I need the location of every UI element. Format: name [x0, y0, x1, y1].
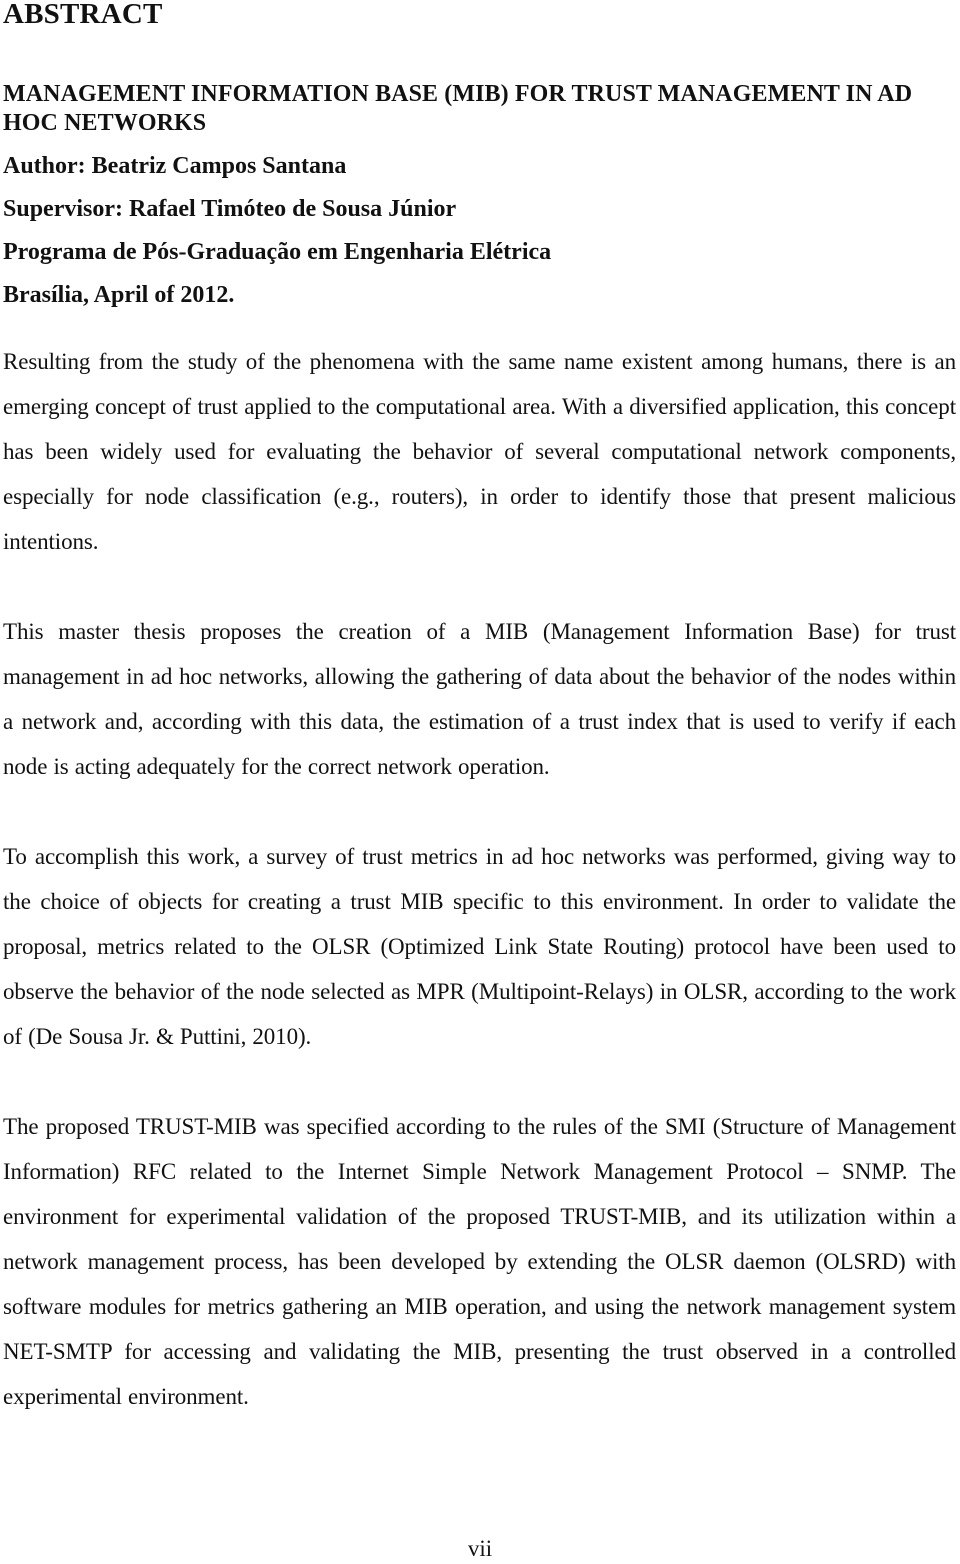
page-number: vii — [467, 1536, 493, 1561]
abstract-paragraph: Resulting from the study of the phenomen… — [3, 349, 956, 554]
thesis-title: MANAGEMENT INFORMATION BASE (MIB) FOR TR… — [3, 81, 913, 136]
abstract-heading: ABSTRACT — [3, 0, 163, 30]
program-line: Programa de Pós-Graduação em Engenharia … — [3, 239, 552, 265]
abstract-paragraph: To accomplish this work, a survey of tru… — [3, 844, 956, 1049]
place-date-line: Brasília, April of 2012. — [3, 282, 235, 308]
author-line: Author: Beatriz Campos Santana — [3, 153, 347, 179]
thesis-metadata: MANAGEMENT INFORMATION BASE (MIB) FOR TR… — [3, 80, 956, 310]
abstract-paragraph: This master thesis proposes the creation… — [3, 619, 956, 779]
supervisor-line: Supervisor: Rafael Timóteo de Sousa Júni… — [3, 196, 457, 222]
abstract-paragraph: The proposed TRUST-MIB was specified acc… — [3, 1114, 956, 1409]
